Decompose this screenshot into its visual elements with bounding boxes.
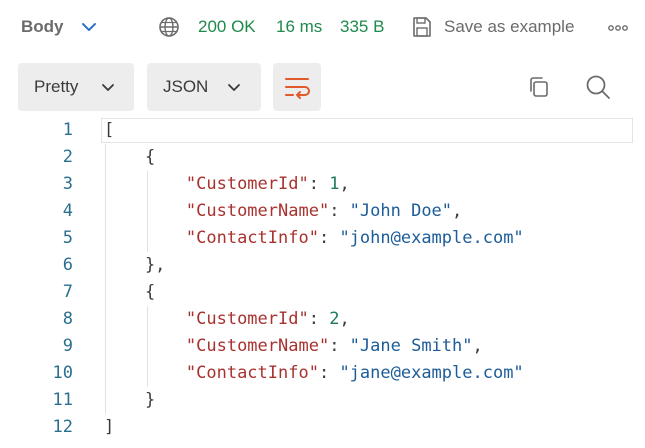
code-line-content: ] [104, 414, 114, 441]
json-viewer[interactable]: 1[2 {3 "CustomerId": 1, 4 "CustomerName":… [0, 117, 645, 448]
code-line-content: "ContactInfo": "john@example.com" [104, 225, 524, 252]
json-string: "john@example.com" [339, 228, 524, 248]
code-line: 9 "CustomerName": "Jane Smith", [0, 333, 645, 360]
json-key: "CustomerId" [185, 309, 309, 329]
json-string: "Jane Smith" [349, 336, 473, 356]
code-line-content: }, [104, 252, 165, 279]
code-line-content: } [104, 387, 155, 414]
code-line-content: { [104, 144, 155, 171]
code-line-content: "CustomerId": 2, [104, 306, 350, 333]
line-number: 5 [62, 228, 73, 248]
globe-icon[interactable] [158, 15, 180, 39]
response-toolbar: Pretty JSON [0, 62, 645, 112]
json-punctuation [104, 363, 186, 383]
code-line: 2 { [0, 144, 645, 171]
chevron-down-icon[interactable] [80, 15, 98, 39]
json-punctuation: { [104, 282, 156, 302]
format-dropdown-label: Pretty [34, 77, 79, 96]
json-punctuation: , [339, 174, 350, 194]
json-punctuation [104, 174, 186, 194]
json-number: 2 [329, 309, 340, 329]
code-line-content: "ContactInfo": "jane@example.com" [104, 360, 524, 387]
chevron-down-icon [100, 78, 116, 96]
format-dropdown[interactable]: Pretty [18, 63, 134, 111]
more-horizontal-icon[interactable] [606, 15, 630, 39]
line-number: 4 [62, 201, 73, 221]
code-line: 7 { [0, 279, 645, 306]
save-as-example-button[interactable]: Save as example [444, 15, 574, 39]
code-line-content: { [104, 279, 155, 306]
json-punctuation: }, [104, 255, 166, 275]
line-number: 3 [62, 174, 73, 194]
json-punctuation [104, 201, 186, 221]
code-line-content: "CustomerName": "John Doe", [104, 198, 462, 225]
json-punctuation: : [308, 309, 330, 329]
json-key: "CustomerId" [185, 174, 309, 194]
save-icon[interactable] [410, 15, 434, 39]
json-string: "John Doe" [349, 201, 453, 221]
code-line: 3 "CustomerId": 1, [0, 171, 645, 198]
body-tab-label[interactable]: Body [21, 15, 64, 39]
json-punctuation: : [318, 363, 340, 383]
chevron-down-icon [226, 78, 242, 96]
code-line-content: "CustomerId": 1, [104, 171, 350, 198]
code-line: 12] [0, 414, 645, 441]
wrap-lines-icon [285, 78, 310, 99]
json-punctuation: : [329, 336, 350, 356]
code-line: 11 } [0, 387, 645, 414]
line-number: 9 [62, 336, 73, 356]
json-punctuation [104, 228, 186, 248]
json-string: "jane@example.com" [339, 363, 524, 383]
json-punctuation: [ [104, 120, 115, 140]
json-key: "ContactInfo" [185, 228, 319, 248]
line-number: 12 [52, 417, 73, 437]
response-time[interactable]: 16 ms [276, 15, 322, 39]
line-number: 8 [62, 309, 73, 329]
line-number: 6 [62, 255, 73, 275]
line-number: 7 [62, 282, 73, 302]
line-number: 11 [52, 390, 73, 410]
code-line: 8 "CustomerId": 2, [0, 306, 645, 333]
json-key: "ContactInfo" [185, 363, 319, 383]
response-header: Body 200 OK 16 ms 335 B Save as example [0, 0, 645, 52]
json-punctuation: : [308, 174, 330, 194]
json-number: 1 [329, 174, 340, 194]
json-punctuation: { [104, 147, 156, 167]
code-line: 10 "ContactInfo": "jane@example.com" [0, 360, 645, 387]
code-line: 1[ [0, 117, 645, 144]
language-dropdown-label: JSON [163, 77, 209, 96]
response-size[interactable]: 335 B [340, 15, 384, 39]
line-number: 10 [52, 363, 73, 383]
json-key: "CustomerName" [185, 201, 330, 221]
copy-icon[interactable] [526, 74, 552, 100]
code-line: 4 "CustomerName": "John Doe", [0, 198, 645, 225]
json-punctuation: , [452, 201, 463, 221]
code-line: 5 "ContactInfo": "john@example.com" [0, 225, 645, 252]
json-key: "CustomerName" [185, 336, 330, 356]
code-line: 6 }, [0, 252, 645, 279]
json-punctuation: , [472, 336, 483, 356]
json-punctuation [104, 309, 186, 329]
json-punctuation [104, 336, 186, 356]
code-line-content: "CustomerName": "Jane Smith", [104, 333, 483, 360]
json-punctuation: } [104, 390, 156, 410]
json-punctuation: : [329, 201, 350, 221]
status-code[interactable]: 200 OK [198, 15, 256, 39]
line-number: 1 [62, 120, 73, 140]
line-number: 2 [62, 147, 73, 167]
response-panel: Body 200 OK 16 ms 335 B Save as example … [0, 0, 645, 448]
search-icon[interactable] [584, 73, 612, 101]
code-line-content: [ [104, 117, 114, 144]
json-punctuation: : [318, 228, 340, 248]
json-punctuation: , [339, 309, 350, 329]
language-dropdown[interactable]: JSON [147, 63, 261, 111]
json-punctuation: ] [104, 417, 115, 437]
wrap-lines-button[interactable] [273, 63, 321, 111]
